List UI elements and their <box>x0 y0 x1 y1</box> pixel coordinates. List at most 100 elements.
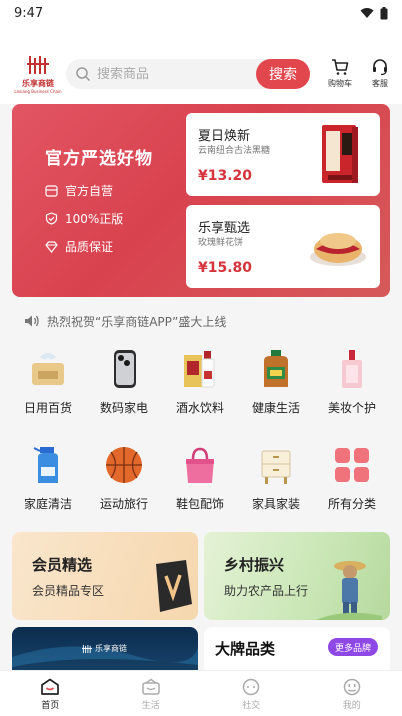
feature-label: 品质保证 <box>65 240 114 254</box>
promo-title: 会员精选 <box>32 556 93 574</box>
category-cleaning[interactable]: 家庭清洁 <box>10 441 86 512</box>
service-button[interactable]: 客服 <box>365 58 395 89</box>
category-label: 鞋包配饰 <box>175 497 224 511</box>
app-logo: 乐享商链 Lexiang Business Chain <box>14 54 62 94</box>
search-icon <box>76 67 91 82</box>
smartphone-icon <box>100 345 148 393</box>
app-screen: 9:47 乐享商链 Lexiang Business Chain 搜索商品 搜索… <box>0 0 402 716</box>
tab-label: 社交 <box>242 701 261 711</box>
promo-subtitle: 助力农产品上行 <box>224 584 309 598</box>
promo-title: 乡村振兴 <box>224 556 285 574</box>
product-name: 乐享甄选 <box>198 221 251 236</box>
tissue-box-icon <box>24 345 72 393</box>
home-icon <box>41 678 60 695</box>
feature-official: 官方自营 <box>45 182 113 199</box>
tab-label: 我的 <box>342 701 361 711</box>
category-beauty[interactable]: 美妆个护 <box>314 345 390 416</box>
status-bar: 9:47 <box>0 0 402 26</box>
search-bar[interactable]: 搜索 <box>66 59 310 89</box>
feature-quality: 品质保证 <box>45 238 113 255</box>
category-drinks[interactable]: 酒水饮料 <box>162 345 238 416</box>
product-name: 夏日焕新 <box>198 129 251 144</box>
brand-title: 大牌品类 <box>215 640 276 658</box>
handbag-icon <box>176 441 224 489</box>
headset-icon <box>373 59 387 76</box>
banner-title: 官方严选好物 <box>45 149 153 169</box>
logo-text: 乐享商链 <box>22 79 54 88</box>
cart-label: 购物车 <box>328 79 352 88</box>
chat-icon <box>243 678 260 696</box>
announcement-bar[interactable]: 热烈祝贺“乐享商链APP”盛大上线 <box>12 310 226 332</box>
product-card[interactable]: 乐享甄选 玫瑰鲜花饼 ¥15.80 <box>186 205 380 288</box>
tab-profile[interactable]: 我的 <box>302 671 402 716</box>
member-select-card[interactable]: 会员精选 会员精品专区 <box>12 532 198 620</box>
logo-mark-icon <box>27 56 49 74</box>
category-bags[interactable]: 鞋包配饰 <box>162 441 238 512</box>
category-digital[interactable]: 数码家电 <box>86 345 162 416</box>
more-brands-button[interactable]: 更多品牌 <box>327 638 378 656</box>
category-all[interactable]: 所有分类 <box>314 441 390 512</box>
farmer-illustration <box>316 561 382 620</box>
category-label: 数码家电 <box>99 401 148 415</box>
speaker-icon <box>25 315 39 327</box>
cart-icon <box>332 59 349 75</box>
service-label: 客服 <box>372 79 388 88</box>
category-label: 运动旅行 <box>99 497 148 511</box>
category-daily-goods[interactable]: 日用百货 <box>10 345 86 416</box>
liquor-icon <box>176 345 224 393</box>
wifi-icon <box>360 8 374 18</box>
brand-card-logo: 乐享商链 <box>82 643 127 654</box>
search-input[interactable] <box>97 66 247 82</box>
status-time: 9:47 <box>14 5 44 21</box>
cleaner-spray-icon <box>24 441 72 489</box>
diamond-icon <box>45 240 58 253</box>
tab-life[interactable]: 生活 <box>101 671 202 716</box>
brown-sugar-package-image <box>322 125 358 183</box>
battery-icon <box>380 6 388 19</box>
rural-revitalization-card[interactable]: 乡村振兴 助力农产品上行 <box>204 532 390 620</box>
logo-subtext: Lexiang Business Chain <box>14 89 62 94</box>
category-label: 所有分类 <box>327 497 376 511</box>
status-icons <box>360 6 388 20</box>
tab-home[interactable]: 首页 <box>0 671 101 716</box>
life-icon <box>142 678 160 695</box>
category-label: 酒水饮料 <box>175 401 224 415</box>
category-label: 家具家装 <box>251 497 300 511</box>
search-button[interactable]: 搜索 <box>256 59 310 89</box>
oil-bottle-icon <box>252 345 300 393</box>
category-health[interactable]: 健康生活 <box>238 345 314 416</box>
category-label: 健康生活 <box>251 401 300 415</box>
store-icon <box>45 184 58 197</box>
profile-icon <box>343 678 360 696</box>
cart-button[interactable]: 购物车 <box>325 58 355 89</box>
promo-subtitle: 会员精品专区 <box>32 584 105 598</box>
grid-icon <box>328 441 376 489</box>
product-desc: 玫瑰鲜花饼 <box>198 238 244 248</box>
product-price: ¥13.20 <box>198 168 253 184</box>
tab-social[interactable]: 社交 <box>201 671 302 716</box>
bottom-tab-bar: 首页 生活 社交 我的 <box>0 670 402 716</box>
product-card[interactable]: 夏日焕新 云南纽合古法黑糖 ¥13.20 <box>186 113 380 196</box>
promo-banner[interactable]: 官方严选好物 官方自营 100%正版 品质保证 夏日焕新 云南纽合古法黑糖 ¥1… <box>12 104 390 297</box>
tab-label: 首页 <box>41 701 60 711</box>
announcement-text: 热烈祝贺“乐享商链APP”盛大上线 <box>47 314 227 329</box>
product-price: ¥15.80 <box>198 260 253 276</box>
app-header: 乐享商链 Lexiang Business Chain 搜索 购物车 <box>0 26 402 104</box>
tab-label: 生活 <box>141 701 160 711</box>
logo-mark-icon <box>82 644 92 653</box>
vip-badge-icon <box>156 560 192 612</box>
category-sports[interactable]: 运动旅行 <box>86 441 162 512</box>
feature-label: 官方自营 <box>65 184 114 198</box>
feature-label: 100%正版 <box>65 212 124 226</box>
flower-cake-image <box>310 233 366 266</box>
brand-card-logo-text: 乐享商链 <box>95 644 127 653</box>
product-desc: 云南纽合古法黑糖 <box>198 146 271 156</box>
nightstand-icon <box>252 441 300 489</box>
category-label: 美妆个护 <box>327 401 376 415</box>
basketball-icon <box>100 441 148 489</box>
shield-check-icon <box>45 212 58 225</box>
perfume-icon <box>328 345 376 393</box>
category-furniture[interactable]: 家具家装 <box>238 441 314 512</box>
category-label: 日用百货 <box>23 401 72 415</box>
category-label: 家庭清洁 <box>23 497 72 511</box>
